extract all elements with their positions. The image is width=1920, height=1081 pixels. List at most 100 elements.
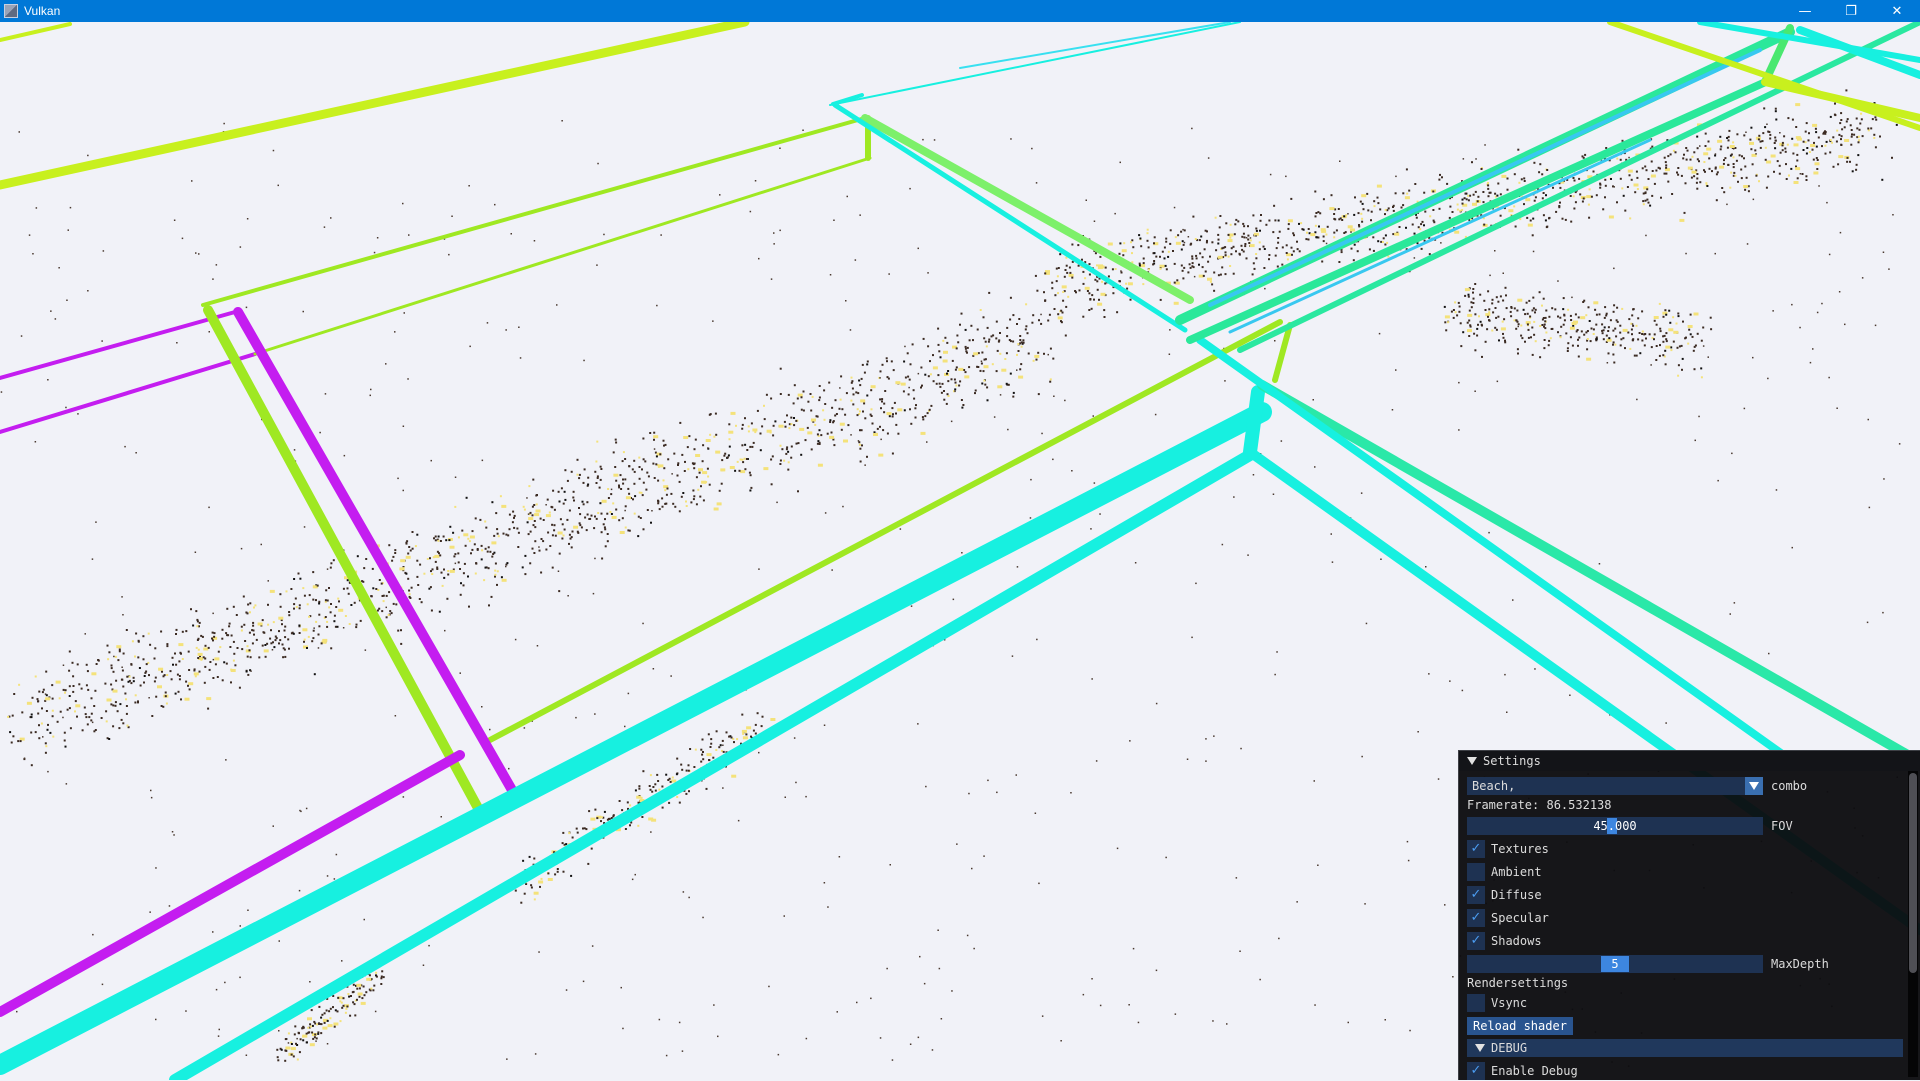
point-cloud-dot: [221, 637, 224, 640]
checkbox-diffuse[interactable]: ✓ Diffuse: [1467, 885, 1542, 905]
debug-section-header[interactable]: DEBUG: [1467, 1039, 1903, 1057]
point-cloud-dot: [166, 645, 169, 648]
point-cloud-dot: [787, 461, 790, 464]
point-cloud-dot: [1456, 314, 1459, 317]
point-cloud-dot: [313, 673, 316, 676]
point-cloud-dot: [888, 273, 890, 275]
point-cloud-dot: [145, 670, 148, 673]
point-cloud-dot: [1488, 191, 1491, 194]
point-cloud-dot: [1408, 189, 1411, 192]
point-cloud-dot: [1089, 298, 1092, 301]
point-cloud-dot: [870, 408, 873, 411]
point-cloud-dot: [793, 384, 796, 387]
point-cloud-dot: [1698, 415, 1700, 418]
point-cloud-dot: [1044, 272, 1047, 275]
point-cloud-dot: [250, 670, 252, 672]
point-cloud-dot: [1557, 331, 1559, 334]
point-cloud-dot: [1377, 202, 1380, 205]
point-cloud-dot: [982, 370, 985, 373]
point-cloud-dot: [1658, 354, 1661, 357]
checkbox-textures[interactable]: ✓ Textures: [1467, 839, 1549, 859]
checkbox-shadows[interactable]: ✓ Shadows: [1467, 931, 1542, 951]
point-cloud-dot: [688, 435, 691, 438]
point-cloud-dot: [1409, 1029, 1411, 1032]
point-cloud-dot: [924, 373, 927, 376]
checkbox-box[interactable]: ✓: [1467, 863, 1485, 881]
point-cloud-dot: [279, 639, 282, 642]
point-cloud-dot: [494, 575, 496, 578]
point-cloud-dot: [1882, 251, 1885, 253]
point-cloud-dot: [1766, 123, 1768, 125]
point-cloud-dot: [1038, 882, 1040, 885]
settings-panel[interactable]: Settings Beach, combo Framerate: 86.5321…: [1458, 750, 1920, 1080]
restore-button[interactable]: ❐: [1828, 0, 1874, 22]
point-cloud-dot: [1052, 458, 1054, 461]
point-cloud-dot: [121, 596, 123, 598]
scene-combo[interactable]: Beach,: [1467, 777, 1763, 795]
point-cloud-dot: [1592, 328, 1595, 331]
reload-shader-button[interactable]: Reload shader: [1467, 1017, 1573, 1035]
point-cloud-dot: [1726, 203, 1728, 206]
point-cloud-dot: [320, 642, 323, 645]
point-cloud-dot: [964, 375, 970, 379]
fov-slider[interactable]: 45.000: [1467, 817, 1763, 835]
point-cloud-dot: [288, 647, 290, 650]
point-cloud-dot: [1429, 215, 1432, 218]
point-cloud-dot: [1471, 161, 1473, 164]
point-cloud-dot: [956, 843, 958, 845]
point-cloud-dot: [946, 341, 949, 344]
point-cloud-dot: [1764, 146, 1767, 149]
point-cloud-dot: [63, 731, 66, 734]
checkbox-box[interactable]: ✓: [1467, 886, 1485, 904]
point-cloud-dot: [935, 382, 938, 385]
maxdepth-slider[interactable]: 5: [1467, 955, 1763, 973]
point-cloud-dot: [1036, 638, 1038, 641]
point-cloud-dot: [750, 486, 753, 489]
point-cloud-dot: [469, 345, 471, 348]
point-cloud-dot: [1768, 652, 1770, 655]
close-button[interactable]: ✕: [1874, 0, 1920, 22]
checkbox-ambient[interactable]: ✓ Ambient: [1467, 862, 1542, 882]
point-cloud-dot: [533, 552, 536, 554]
point-cloud-dot: [1088, 309, 1091, 311]
combo-arrow-button[interactable]: [1745, 777, 1763, 795]
point-cloud-dot: [790, 456, 793, 459]
point-cloud-dot: [104, 682, 107, 685]
point-cloud-dot: [1802, 140, 1805, 143]
checkbox-box[interactable]: ✓: [1467, 994, 1485, 1012]
settings-header[interactable]: Settings: [1459, 751, 1920, 771]
checkbox-box[interactable]: ✓: [1467, 1062, 1485, 1080]
point-cloud-dot: [961, 552, 963, 554]
point-cloud-dot: [1027, 352, 1030, 355]
point-cloud-dot: [31, 696, 34, 699]
point-cloud-dot: [1243, 225, 1246, 228]
point-cloud-dot: [568, 509, 571, 512]
point-cloud-dot: [198, 253, 200, 255]
point-cloud-dot: [1005, 352, 1008, 355]
checkbox-vsync[interactable]: ✓ Vsync: [1467, 993, 1527, 1013]
point-cloud-dot: [1114, 212, 1116, 215]
point-cloud-dot: [1732, 156, 1735, 159]
app-icon: [4, 4, 18, 18]
point-cloud-dot: [654, 789, 657, 792]
checkbox-box[interactable]: ✓: [1467, 932, 1485, 950]
point-cloud-dot: [891, 407, 894, 410]
point-cloud-dot: [407, 378, 409, 380]
point-cloud-dot: [1454, 301, 1457, 304]
point-cloud-dot: [1221, 543, 1224, 546]
minimize-button[interactable]: —: [1782, 0, 1828, 22]
point-cloud-dot: [1532, 307, 1535, 310]
checkbox-box[interactable]: ✓: [1467, 909, 1485, 927]
point-cloud-dot: [1460, 345, 1463, 348]
checkbox-box[interactable]: ✓: [1467, 840, 1485, 858]
title-bar[interactable]: Vulkan — ❐ ✕: [0, 0, 1920, 22]
point-cloud-dot: [1247, 238, 1250, 241]
point-cloud-dot: [1802, 149, 1805, 151]
checkbox-enable-debug[interactable]: ✓ Enable Debug: [1467, 1061, 1578, 1081]
point-cloud-dot: [939, 385, 942, 388]
panel-scrollbar-grab[interactable]: [1909, 773, 1917, 973]
point-cloud-dot: [1517, 325, 1519, 328]
checkbox-specular[interactable]: ✓ Specular: [1467, 908, 1549, 928]
point-cloud-dot: [51, 697, 54, 700]
point-cloud-dot: [1318, 225, 1320, 228]
